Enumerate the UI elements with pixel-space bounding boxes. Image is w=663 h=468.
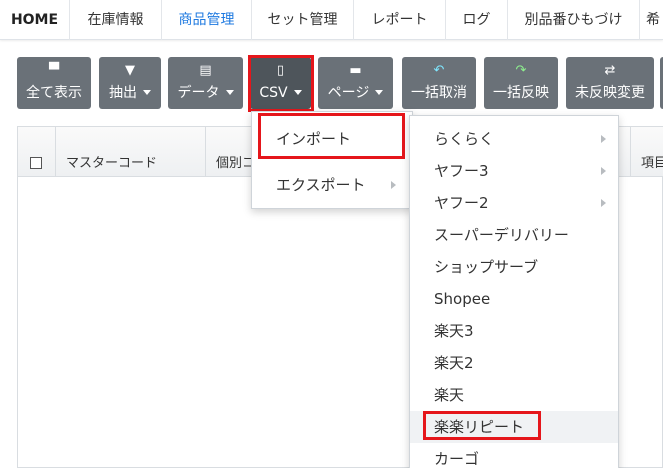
menu-item-rakuten[interactable]: 楽天: [410, 379, 618, 411]
data-label: データ: [177, 85, 220, 101]
csv-label: CSV: [259, 85, 288, 101]
caret-down-icon: [225, 89, 234, 95]
tab-products[interactable]: 商品管理: [162, 0, 252, 40]
csv-file-icon: ▯: [276, 63, 285, 78]
swap-icon: ⇄: [604, 63, 616, 78]
data-button[interactable]: ▤ データ: [168, 57, 243, 109]
csv-button[interactable]: ▯ CSV: [250, 57, 311, 109]
extract-button[interactable]: ▼ 抽出: [99, 57, 161, 109]
menu-item-label: ヤフー3: [434, 162, 489, 180]
show-all-button[interactable]: ▀ 全て表示: [17, 57, 91, 109]
page-label: ページ: [327, 85, 370, 101]
menu-item-super-delivery[interactable]: スーパーデリバリー: [410, 219, 618, 251]
bulk-cancel-label: 一括取消: [411, 85, 467, 101]
filter-icon: ▼: [125, 63, 135, 78]
tab-next[interactable]: 希: [640, 0, 663, 40]
menu-item-cargo[interactable]: カーゴ: [410, 443, 618, 468]
top-nav: HOME 在庫情報 商品管理 セット管理 レポート ログ 別品番ひもづけ 希: [0, 0, 663, 40]
caret-down-icon: [375, 89, 384, 95]
tab-logs[interactable]: ログ: [446, 0, 508, 40]
menu-item-export-label: エクスポート: [276, 176, 366, 194]
menu-item-import[interactable]: インポート: [252, 122, 412, 156]
menu-item-export[interactable]: エクスポート: [252, 169, 412, 201]
menu-item-shopee[interactable]: Shopee: [410, 283, 618, 315]
menu-item-yahoo2[interactable]: ヤフー2: [410, 187, 618, 219]
select-all-checkbox[interactable]: [30, 157, 42, 169]
page-button[interactable]: ▬ ページ: [318, 57, 393, 109]
submenu-arrow-icon: [601, 167, 606, 175]
submenu-arrow-icon: [391, 181, 396, 189]
tab-reports[interactable]: レポート: [354, 0, 446, 40]
menu-item-label: らくらく: [434, 130, 495, 148]
import-submenu: らくらく ヤフー3 ヤフー2 スーパーデリバリー ショップサーブ Shopee …: [409, 115, 619, 468]
menu-item-shop-serve[interactable]: ショップサーブ: [410, 251, 618, 283]
menu-item-rakuraku[interactable]: らくらく: [410, 123, 618, 155]
submenu-arrow-icon: [601, 199, 606, 207]
show-all-label: 全て表示: [26, 85, 82, 101]
header-master-code[interactable]: マスターコード: [56, 127, 206, 177]
header-select-all[interactable]: [18, 127, 56, 177]
tab-home[interactable]: HOME: [0, 0, 70, 40]
bulk-cancel-button[interactable]: ↶ 一括取消: [402, 57, 476, 109]
file-icon: ▤: [199, 63, 212, 78]
menu-item-yahoo3[interactable]: ヤフー3: [410, 155, 618, 187]
menu-item-label: ヤフー2: [434, 194, 489, 212]
redo-icon: ↷: [515, 63, 527, 78]
csv-dropdown-menu: インポート エクスポート: [251, 111, 413, 209]
menu-item-rakuten3[interactable]: 楽天3: [410, 315, 618, 347]
bulk-apply-label: 一括反映: [493, 85, 549, 101]
store-icon: ▬: [349, 63, 362, 78]
box-icon: ▀: [49, 63, 59, 78]
unapplied-changes-button[interactable]: ⇄ 未反映変更: [566, 57, 654, 109]
undo-icon: ↶: [433, 63, 445, 78]
extract-label: 抽出: [109, 85, 137, 101]
submenu-arrow-icon: [601, 135, 606, 143]
bulk-apply-button[interactable]: ↷ 一括反映: [484, 57, 558, 109]
tab-alt-sku-link[interactable]: 別品番ひもづけ: [508, 0, 640, 40]
menu-item-rakuten2[interactable]: 楽天2: [410, 347, 618, 379]
tab-sets[interactable]: セット管理: [252, 0, 354, 40]
caret-down-icon: [293, 89, 302, 95]
header-item[interactable]: 項目: [630, 127, 663, 177]
caret-down-icon: [143, 89, 151, 95]
tab-inventory[interactable]: 在庫情報: [70, 0, 162, 40]
unapplied-changes-label: 未反映変更: [575, 85, 645, 101]
menu-item-rakuraku-repeat[interactable]: 楽楽リピート: [410, 411, 618, 443]
